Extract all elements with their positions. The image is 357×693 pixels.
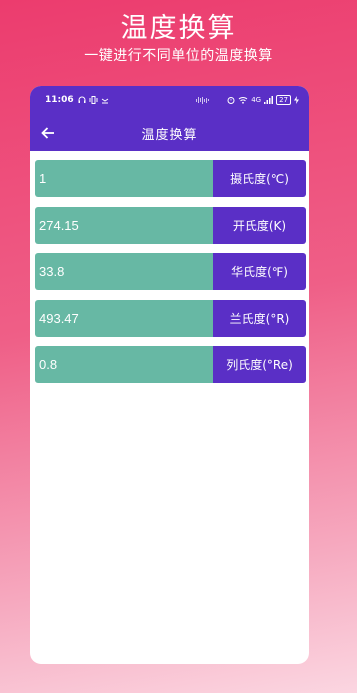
fahrenheit-unit-label: 华氏度(℉) bbox=[213, 253, 306, 290]
rankine-unit-label: 兰氏度(°R) bbox=[213, 299, 306, 337]
audio-wave-icon bbox=[196, 96, 210, 104]
conversion-row-fahrenheit: 33.8 华氏度(℉) bbox=[35, 253, 306, 290]
notification-icon bbox=[101, 98, 108, 104]
rankine-input[interactable]: 493.47 bbox=[35, 299, 213, 337]
nav-row: 温度换算 bbox=[30, 122, 309, 144]
kelvin-unit-label: 开氏度(K) bbox=[213, 206, 306, 244]
celsius-unit-label: 摄氏度(℃) bbox=[213, 160, 306, 197]
network-label: 4G bbox=[251, 96, 262, 104]
phone-screen: 11:06 4G 27 温度换算 1 摄氏度(℃) 274.15 开氏度(K) … bbox=[30, 86, 309, 664]
conversion-list: 1 摄氏度(℃) 274.15 开氏度(K) 33.8 华氏度(℉) 493.4… bbox=[35, 160, 306, 393]
alarm-icon bbox=[227, 97, 235, 104]
arrow-left-icon bbox=[41, 127, 54, 139]
charging-icon bbox=[294, 96, 299, 104]
reaumur-input[interactable]: 0.8 bbox=[35, 346, 213, 383]
reaumur-unit-label: 列氏度(°Re) bbox=[213, 346, 306, 383]
celsius-input[interactable]: 1 bbox=[35, 160, 213, 197]
promo-title: 温度换算 bbox=[120, 13, 237, 44]
battery-icon: 27 bbox=[276, 95, 291, 105]
vibrate-icon bbox=[89, 96, 98, 104]
conversion-row-celsius: 1 摄氏度(℃) bbox=[35, 160, 306, 197]
fahrenheit-input[interactable]: 33.8 bbox=[35, 253, 213, 290]
status-bar: 11:06 4G 27 bbox=[45, 93, 299, 107]
kelvin-input[interactable]: 274.15 bbox=[35, 206, 213, 244]
conversion-row-rankine: 493.47 兰氏度(°R) bbox=[35, 299, 306, 337]
page-title: 温度换算 bbox=[141, 127, 198, 143]
back-button[interactable] bbox=[38, 122, 58, 144]
signal-icon bbox=[264, 96, 274, 104]
headset-icon bbox=[78, 96, 86, 103]
promo-subtitle: 一键进行不同单位的温度换算 bbox=[84, 48, 273, 64]
conversion-row-kelvin: 274.15 开氏度(K) bbox=[35, 206, 306, 244]
app-bar: 11:06 4G 27 温度换算 bbox=[30, 86, 309, 151]
status-time: 11:06 bbox=[45, 95, 74, 105]
conversion-row-reaumur: 0.8 列氏度(°Re) bbox=[35, 346, 306, 383]
wifi-icon bbox=[238, 97, 248, 104]
